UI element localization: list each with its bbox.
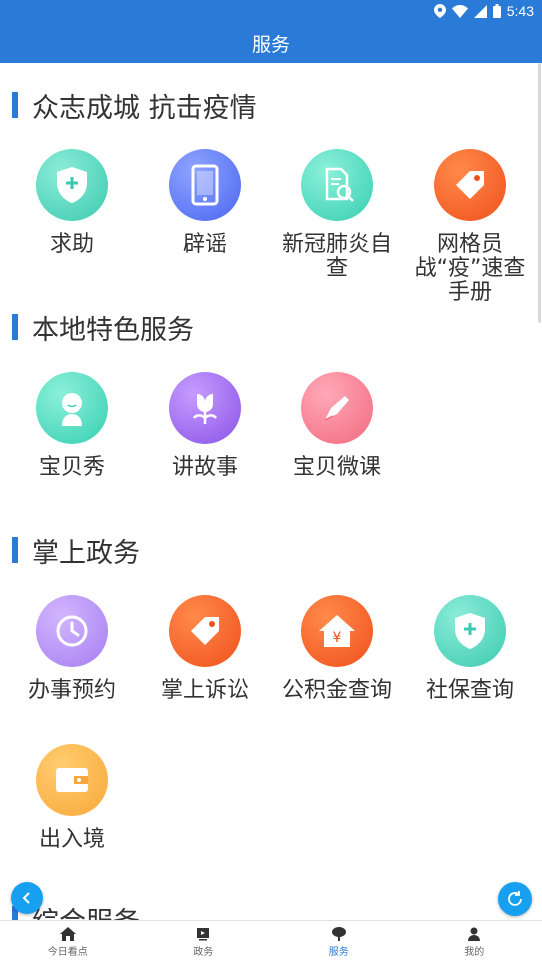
person-icon: [468, 927, 481, 941]
screen-icon: [197, 928, 210, 941]
document-search-icon: [301, 149, 373, 221]
refresh-button[interactable]: [498, 882, 532, 916]
service-rumor[interactable]: 辟谣: [139, 149, 271, 257]
wallet-icon: [36, 744, 108, 816]
exit-entry-label: 出入境: [38, 827, 105, 852]
location-icon: [433, 4, 446, 18]
service-fund[interactable]: ¥ 公积金查询: [271, 595, 403, 703]
nav-mine-label: 我的: [464, 947, 485, 958]
service-complaint[interactable]: 掌上诉讼: [139, 595, 271, 703]
flower-icon: [169, 372, 241, 444]
page-title: 服务: [251, 34, 290, 56]
face-icon: [36, 372, 108, 444]
section-title-gov: 掌上政务: [12, 530, 140, 570]
tag-icon: [169, 595, 241, 667]
rumor-label: 辟谣: [182, 232, 227, 257]
help-icon: [36, 149, 108, 221]
status-bar: 5:43: [0, 0, 542, 24]
babyshow-label: 宝贝秀: [38, 455, 105, 480]
service-appointment[interactable]: 办事预约: [6, 595, 138, 703]
nav-service[interactable]: 服务: [271, 921, 407, 964]
nav-home[interactable]: 今日看点: [0, 921, 136, 964]
clock-icon: [36, 595, 108, 667]
service-selfcheck[interactable]: 新冠肺炎自查: [271, 149, 403, 281]
social-label: 社保查询: [425, 678, 514, 703]
section-title-text: 众志成城 抗击疫情: [32, 92, 257, 124]
nav-mine[interactable]: 我的: [407, 921, 542, 964]
clock: 5:43: [506, 3, 534, 19]
service-exit-entry[interactable]: 出入境: [6, 744, 138, 852]
tag-icon: [434, 149, 506, 221]
house-icon: ¥: [301, 595, 373, 667]
refresh-icon: [508, 891, 522, 906]
service-list[interactable]: 众志成城 抗击疫情 求助 辟谣 新冠肺炎自查 网格员战“疫”速查手册 本地特色服…: [0, 63, 542, 920]
section-title-epidemic: 众志成城 抗击疫情: [12, 85, 257, 125]
nav-gov-label: 政务: [193, 947, 214, 958]
service-social[interactable]: 社保查询: [404, 595, 536, 703]
section-title-local: 本地特色服务: [12, 307, 194, 347]
home-icon: [59, 927, 76, 941]
selfcheck-label: 新冠肺炎自查: [282, 232, 393, 281]
battery-icon: [492, 4, 501, 18]
service-help[interactable]: 求助: [6, 149, 138, 257]
nav-gov[interactable]: 政务: [136, 921, 272, 964]
nav-home-label: 今日看点: [47, 947, 88, 958]
shield-icon: [434, 595, 506, 667]
service-story[interactable]: 讲故事: [139, 372, 271, 480]
signal-icon: [473, 4, 487, 18]
wifi-icon: [451, 4, 468, 18]
section-title-text: 综合服务: [32, 900, 140, 921]
service-babyshow[interactable]: 宝贝秀: [6, 372, 138, 480]
phone-icon: [169, 149, 241, 221]
scrollbar[interactable]: [538, 63, 541, 323]
back-button[interactable]: [11, 882, 43, 914]
gridbook-label: 网格员战“疫”速查手册: [414, 232, 526, 305]
fund-label: 公积金查询: [282, 678, 393, 703]
service-gridbook[interactable]: 网格员战“疫”速查手册: [404, 149, 536, 305]
complaint-label: 掌上诉讼: [160, 678, 249, 703]
nav-service-label: 服务: [328, 947, 349, 958]
section-title-text: 掌上政务: [32, 537, 140, 569]
microclass-label: 宝贝微课: [292, 455, 381, 480]
help-label: 求助: [49, 232, 94, 257]
section-title-text: 本地特色服务: [32, 314, 194, 346]
bottom-nav: 今日看点 政务 服务 我的: [0, 920, 542, 964]
service-microclass[interactable]: 宝贝微课: [271, 372, 403, 480]
tree-icon: [331, 927, 346, 941]
section-marker: [12, 314, 18, 340]
appointment-label: 办事预约: [27, 678, 116, 703]
svg-text:¥: ¥: [333, 630, 342, 646]
story-label: 讲故事: [171, 455, 238, 480]
chevron-left-icon: [22, 892, 30, 904]
pen-icon: [301, 372, 373, 444]
section-marker: [12, 537, 18, 563]
section-marker: [12, 92, 18, 118]
app-bar: 服务: [0, 24, 542, 63]
